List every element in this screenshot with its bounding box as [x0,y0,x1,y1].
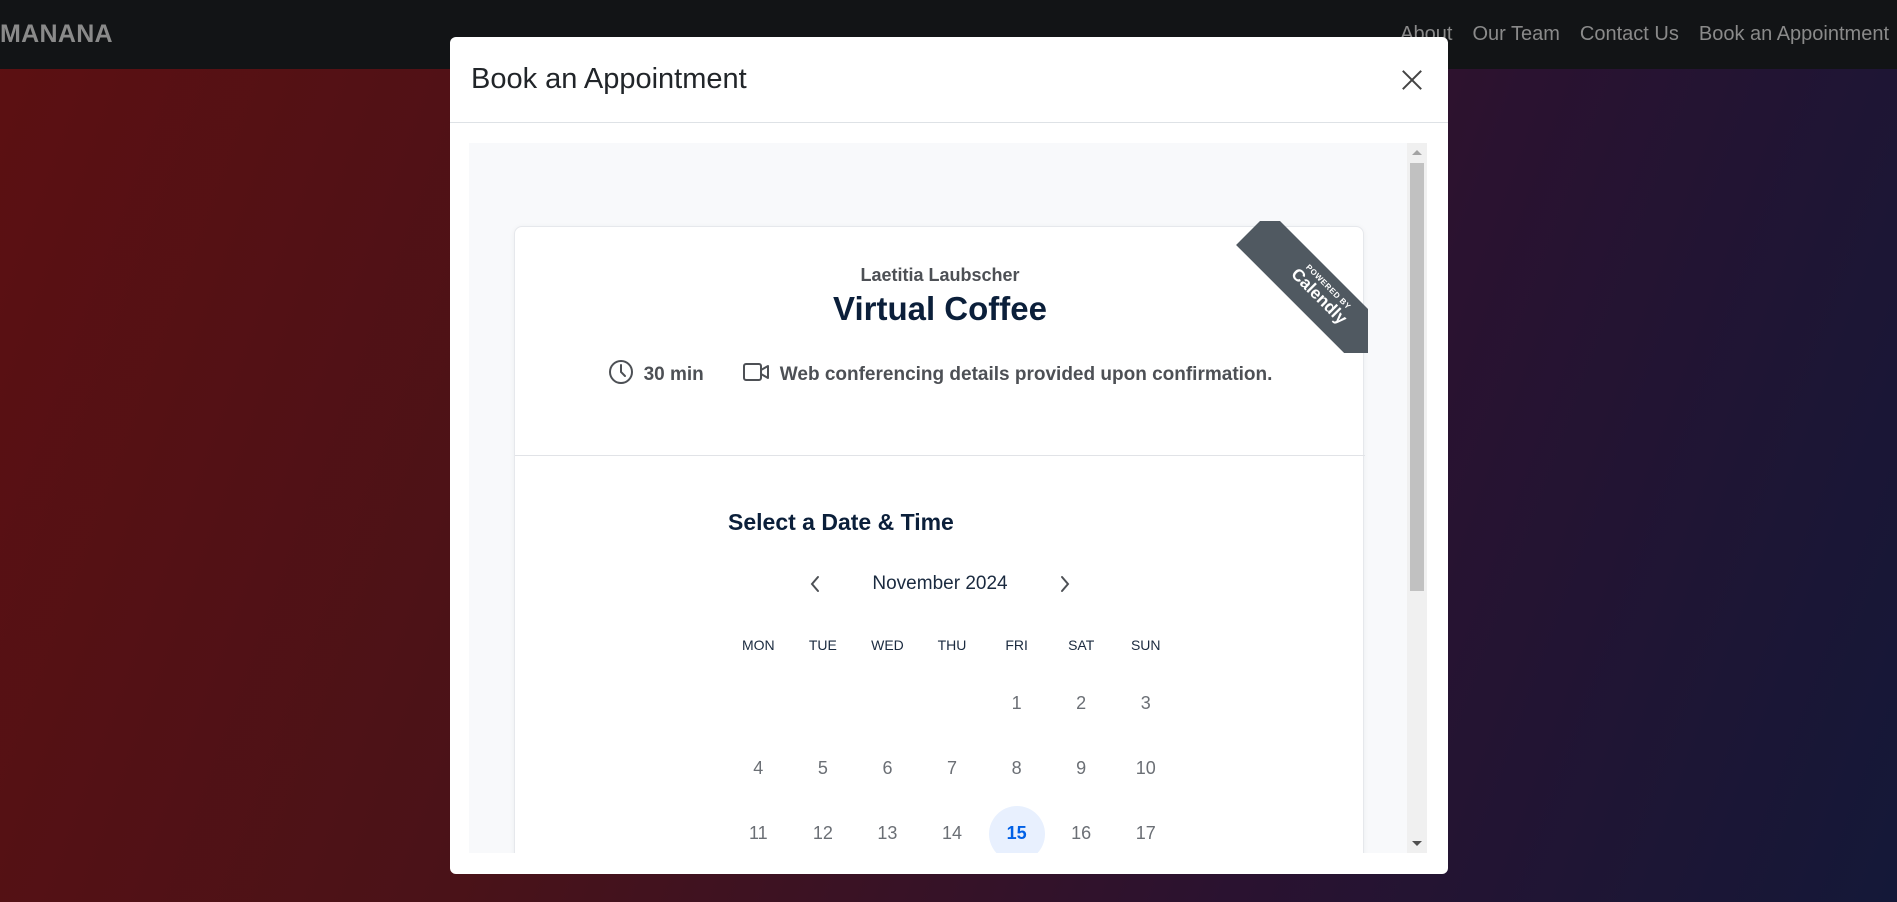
calendar-day-selected[interactable]: 15 [988,805,1045,853]
nav-link-book-appointment[interactable]: Book an Appointment [1699,23,1889,46]
calendar-cell [855,671,920,736]
weekday-thu: THU [937,637,967,653]
month-label: November 2024 [872,573,1008,594]
calendar-day: 1 [1011,693,1022,713]
location-label: Web conferencing details provided upon c… [779,364,1273,385]
card-divider [515,455,1365,456]
scroll-thumb[interactable] [1410,163,1424,591]
weekday-header-row: MON TUE WED THU FRI SAT SUN [726,637,1178,671]
calendar-cell: 13 [855,801,920,853]
calendar-day: 12 [812,823,833,843]
embed-scrollbar[interactable] [1407,143,1427,853]
event-name: Virtual Coffee [833,290,1047,327]
weekday-wed: WED [871,637,904,653]
scroll-down-icon[interactable] [1412,841,1422,846]
calendar-grid: MON TUE WED THU FRI SAT SUN 1 2 3 4 5 6 7 8 9 10 1… [726,637,1178,853]
calendar-weeks: 1 2 3 4 5 6 7 8 9 10 11 12 13 14 15 16 17 [726,671,1178,853]
calendar-cell: 6 [855,736,920,801]
next-month-button[interactable] [1055,574,1075,594]
calendar-day: 5 [817,758,828,778]
calendar-cell: 9 [1049,736,1114,801]
ribbon-brand-label: Calendly [1287,264,1351,328]
nav-link-contact-us[interactable]: Contact Us [1580,23,1679,46]
weekday-sun: SUN [1130,637,1161,653]
modal-header: Book an Appointment [450,37,1448,123]
calendar-day: 8 [1011,758,1022,778]
calendar-cell: 7 [920,736,985,801]
calendar-cell [791,671,856,736]
select-date-title: Select a Date & Time [728,509,954,535]
month-navigation: November 2024 [805,573,1075,595]
weekday-tue: TUE [808,637,837,653]
calendly-embed: POWERED BY Calendly Laetitia Laubscher V… [469,143,1427,853]
booking-modal: Book an Appointment POWERED BY Calendly … [450,37,1448,874]
event-card: POWERED BY Calendly Laetitia Laubscher V… [514,221,1368,853]
calendar-day: 9 [1076,758,1087,778]
weekday-sat: SAT [1068,637,1095,653]
organizer-name: Laetitia Laubscher [860,265,1020,285]
powered-by-ribbon: POWERED BY Calendly [1236,221,1368,353]
chevron-left-icon [810,576,819,592]
calendar-day: 2 [1076,693,1087,713]
calendar-day: 7 [947,758,958,778]
calendar-day: 14 [942,823,963,843]
calendar-day: 6 [882,758,893,778]
calendar-day: 11 [748,823,768,843]
location-detail: Web conferencing details provided upon c… [742,361,1273,389]
calendar-cell: 10 [1113,736,1178,801]
weekday-mon: MON [741,637,775,653]
scroll-up-icon[interactable] [1412,150,1422,155]
calendar-day: 10 [1135,758,1156,778]
calendar-cell: 4 [726,736,791,801]
duration-detail: 30 min [608,359,704,391]
calendar-day: 16 [1071,823,1092,843]
calendar-cell: 16 [1049,801,1114,853]
duration-label: 30 min [643,364,704,385]
previous-month-button[interactable] [805,574,825,594]
brand-logo[interactable]: MANANA [0,20,113,49]
nav-link-our-team[interactable]: Our Team [1472,23,1559,46]
calendar-cell: 12 [791,801,856,853]
calendar-cell [920,671,985,736]
chevron-right-icon [1060,576,1070,592]
modal-title: Book an Appointment [471,63,747,95]
nav-links: About Our Team Contact Us Book an Appoin… [1400,23,1889,46]
calendar-day: 17 [1135,823,1156,843]
calendar-cell: 8 [984,736,1049,801]
calendar-day: 4 [753,758,764,778]
calendar-cell: 2 [1049,671,1114,736]
calendar-cell [726,671,791,736]
powered-by-badge[interactable]: POWERED BY Calendly [1236,221,1368,353]
calendar-cell: 15 [984,801,1049,853]
calendar-cell: 17 [1113,801,1178,853]
weekday-fri: FRI [1005,637,1028,653]
calendar-cell: 14 [920,801,985,853]
calendar-cell: 11 [726,801,791,853]
calendar-cell: 1 [984,671,1049,736]
calendar-week-row: 1 2 3 [726,671,1178,736]
calendar-cell: 3 [1113,671,1178,736]
calendar-week-row: 4 5 6 7 8 9 10 [726,736,1178,801]
close-icon[interactable] [1397,65,1427,95]
event-details: 30 min Web conferencing details provided… [515,359,1365,391]
video-camera-icon [742,361,770,389]
calendar-day: 13 [877,823,898,843]
calendar-week-row: 11 12 13 14 15 16 17 [726,801,1178,853]
clock-icon [608,359,634,391]
calendar-day: 3 [1140,693,1151,713]
calendar-cell: 5 [791,736,856,801]
